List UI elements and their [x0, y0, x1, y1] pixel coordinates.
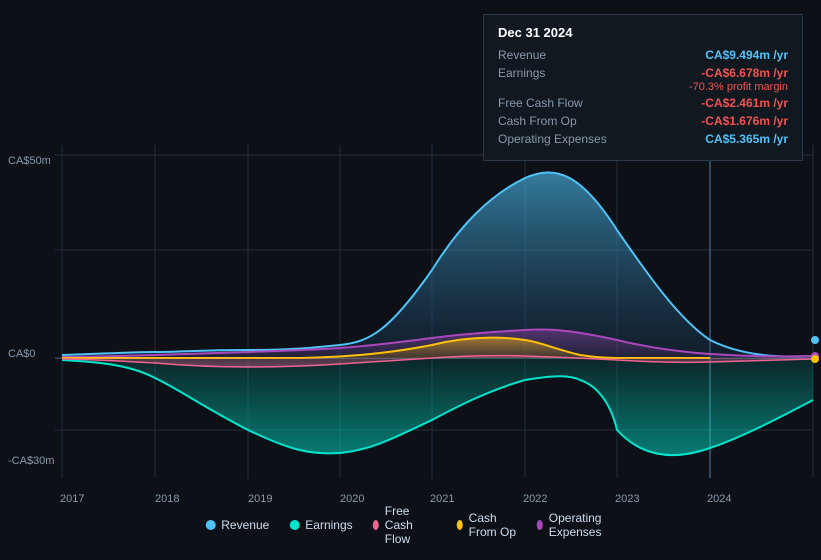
- tooltip-row-revenue: Revenue CA$9.494m /yr: [498, 48, 788, 62]
- tooltip-row-fcf: Free Cash Flow -CA$2.461m /yr: [498, 96, 788, 110]
- legend-label-cashfromop: Cash From Op: [469, 511, 517, 539]
- legend-dot-revenue: [205, 520, 215, 530]
- legend-dot-fcf: [373, 520, 379, 530]
- tooltip-value-fcf: -CA$2.461m /yr: [701, 96, 788, 110]
- legend-cashfromop[interactable]: Cash From Op: [457, 511, 517, 539]
- tooltip-profit-margin: -70.3% profit margin: [498, 81, 788, 93]
- tooltip-value-cashfromop: -CA$1.676m /yr: [701, 114, 788, 128]
- data-tooltip: Dec 31 2024 Revenue CA$9.494m /yr Earnin…: [483, 14, 803, 161]
- legend-dot-cashfromop: [457, 520, 463, 530]
- legend-label-earnings: Earnings: [305, 518, 352, 532]
- tooltip-value-opex: CA$5.365m /yr: [705, 132, 788, 146]
- chart-legend: Revenue Earnings Free Cash Flow Cash Fro…: [205, 504, 616, 546]
- tooltip-label-fcf: Free Cash Flow: [498, 96, 618, 110]
- legend-label-fcf: Free Cash Flow: [385, 504, 437, 546]
- tooltip-label-earnings: Earnings: [498, 66, 618, 80]
- tooltip-label-revenue: Revenue: [498, 48, 618, 62]
- legend-revenue[interactable]: Revenue: [205, 518, 269, 532]
- tooltip-row-earnings: Earnings -CA$6.678m /yr: [498, 66, 788, 80]
- legend-dot-earnings: [289, 520, 299, 530]
- tooltip-date: Dec 31 2024: [498, 25, 788, 40]
- legend-label-revenue: Revenue: [221, 518, 269, 532]
- legend-label-opex: Operating Expenses: [549, 511, 616, 539]
- tooltip-row-opex: Operating Expenses CA$5.365m /yr: [498, 132, 788, 146]
- tooltip-value-earnings: -CA$6.678m /yr: [701, 66, 788, 80]
- legend-dot-opex: [537, 520, 543, 530]
- tooltip-label-opex: Operating Expenses: [498, 132, 618, 146]
- tooltip-row-cashfromop: Cash From Op -CA$1.676m /yr: [498, 114, 788, 128]
- legend-opex[interactable]: Operating Expenses: [537, 511, 616, 539]
- tooltip-label-cashfromop: Cash From Op: [498, 114, 618, 128]
- legend-fcf[interactable]: Free Cash Flow: [373, 504, 437, 546]
- tooltip-value-revenue: CA$9.494m /yr: [705, 48, 788, 62]
- legend-earnings[interactable]: Earnings: [289, 518, 352, 532]
